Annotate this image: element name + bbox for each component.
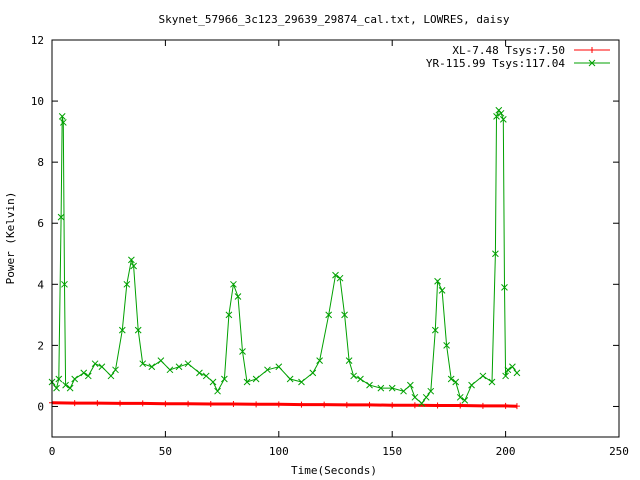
data-point xyxy=(107,372,115,380)
data-point xyxy=(286,375,294,383)
data-point xyxy=(166,366,174,374)
data-point xyxy=(389,402,396,409)
data-point xyxy=(350,372,357,380)
series-line xyxy=(51,109,518,405)
data-point xyxy=(94,400,101,407)
data-point xyxy=(91,360,99,368)
data-point xyxy=(275,401,282,408)
data-point xyxy=(162,400,169,407)
x-tick-label: 250 xyxy=(609,445,629,458)
data-point xyxy=(184,360,192,368)
data-point xyxy=(366,401,373,408)
data-point xyxy=(589,47,595,53)
data-point xyxy=(157,357,165,365)
data-point xyxy=(264,366,271,374)
legend-label: YR-115.99 Tsys:117.04 xyxy=(426,57,565,70)
data-point xyxy=(343,401,350,408)
data-point xyxy=(98,363,106,371)
data-point xyxy=(214,387,221,395)
data-point xyxy=(230,401,237,408)
y-tick-label: 10 xyxy=(31,95,44,108)
y-tick-label: 2 xyxy=(37,339,44,352)
data-point xyxy=(309,369,317,377)
x-tick-label: 50 xyxy=(159,445,172,458)
data-point xyxy=(502,402,509,409)
y-tick-label: 8 xyxy=(37,156,44,169)
data-point xyxy=(252,375,260,383)
data-point xyxy=(411,402,418,409)
series-2 xyxy=(48,106,521,407)
x-tick-label: 200 xyxy=(496,445,516,458)
data-point xyxy=(117,400,124,407)
y-tick-label: 0 xyxy=(37,400,44,413)
data-point xyxy=(207,401,214,408)
data-point xyxy=(321,401,328,408)
data-point xyxy=(406,381,414,389)
data-point xyxy=(513,369,521,377)
data-point xyxy=(202,372,210,380)
data-point xyxy=(479,402,486,409)
y-tick-label: 4 xyxy=(37,278,44,291)
data-point xyxy=(495,106,503,114)
data-point xyxy=(196,369,203,377)
data-point xyxy=(139,400,146,407)
x-tick-label: 150 xyxy=(382,445,402,458)
data-point xyxy=(434,402,441,409)
data-point xyxy=(479,372,487,380)
data-point xyxy=(357,375,364,383)
data-point xyxy=(185,400,192,407)
y-tick-label: 6 xyxy=(37,217,44,230)
data-point xyxy=(253,401,260,408)
y-axis-label: Power (Kelvin) xyxy=(4,192,17,285)
data-point xyxy=(275,363,283,371)
x-tick-label: 0 xyxy=(49,445,56,458)
data-point xyxy=(71,400,78,407)
x-tick-label: 100 xyxy=(269,445,289,458)
data-point xyxy=(513,403,520,410)
series-1 xyxy=(49,399,520,410)
data-point xyxy=(148,363,156,371)
data-point xyxy=(298,401,305,408)
plot-frame xyxy=(51,39,620,438)
data-point xyxy=(400,387,407,395)
x-axis-label: Time(Seconds) xyxy=(291,464,377,477)
data-point xyxy=(175,363,183,371)
chart-title: Skynet_57966_3c123_29639_29874_cal.txt, … xyxy=(159,13,510,26)
data-point xyxy=(422,393,430,401)
data-point xyxy=(468,381,475,389)
data-point xyxy=(71,375,79,383)
data-point xyxy=(366,381,373,389)
data-point xyxy=(209,378,217,386)
chart: Skynet_57966_3c123_29639_29874_cal.txt, … xyxy=(4,13,629,477)
legend-label: XL-7.48 Tsys:7.50 xyxy=(452,44,565,57)
data-point xyxy=(411,393,419,401)
y-tick-label: 12 xyxy=(31,34,44,47)
data-point xyxy=(298,378,305,386)
